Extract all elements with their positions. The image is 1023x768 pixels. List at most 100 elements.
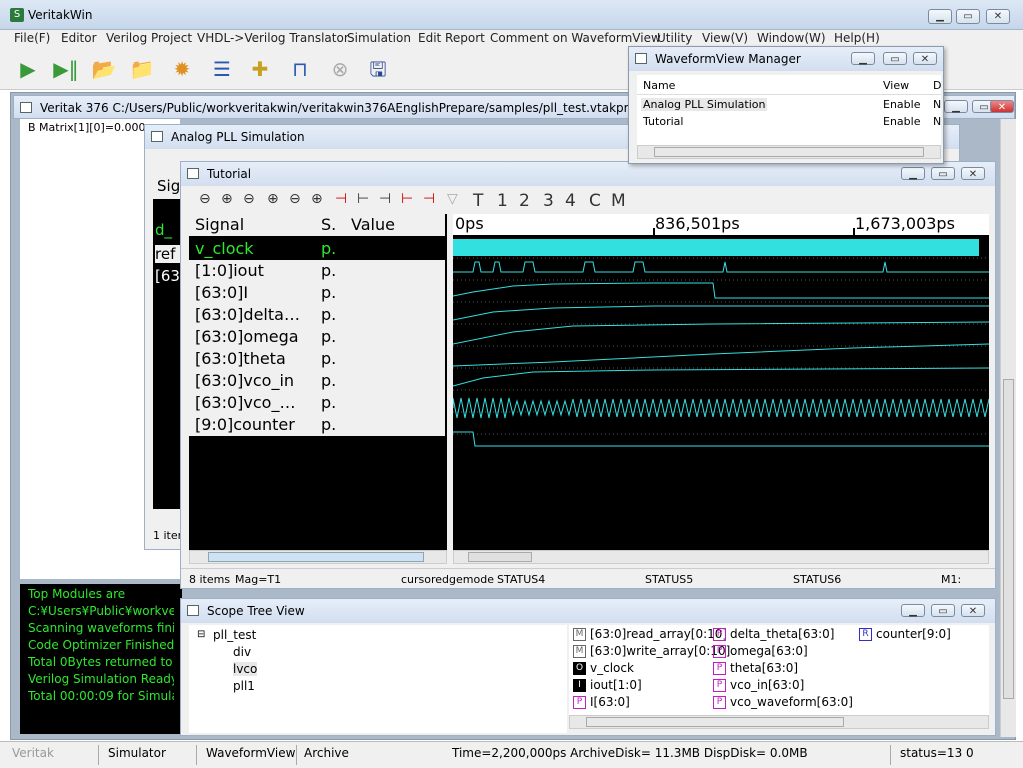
scope-signal-item[interactable]: Pdelta_theta[63:0]: [713, 627, 834, 641]
menu-vhdl-translator[interactable]: VHDL->Verilog Translator: [197, 31, 349, 45]
edge-red-icon[interactable]: ⊢: [401, 191, 413, 207]
s-column-header[interactable]: S.: [321, 214, 336, 236]
signal-row[interactable]: [9:0]counter p.: [189, 414, 445, 436]
menu-verilog-project[interactable]: Verilog Project: [106, 31, 192, 45]
wave-hscroll[interactable]: [453, 550, 989, 564]
settings-gear-icon[interactable]: ✹: [168, 56, 196, 82]
scope-minimize-button[interactable]: ▁: [901, 604, 925, 617]
tree-icon[interactable]: ☰: [208, 56, 236, 82]
edge-prev-icon[interactable]: ⊢: [357, 191, 369, 207]
scope-signal-item[interactable]: P I[63:0]: [573, 695, 630, 709]
manager-minimize-button[interactable]: ▁: [851, 52, 875, 65]
scope-hscroll[interactable]: [569, 715, 989, 729]
menu-edit-report[interactable]: Edit Report: [418, 31, 485, 45]
scope-signal-item[interactable]: Pvco_waveform[63:0]: [713, 695, 853, 709]
zoom-full-icon[interactable]: ⊕: [311, 191, 323, 207]
marker-icon[interactable]: ⊣: [335, 191, 347, 207]
marker-c-button[interactable]: C: [589, 191, 601, 211]
scroll-thumb[interactable]: [468, 552, 532, 562]
marker-m-button[interactable]: M: [611, 191, 626, 211]
scope-signal-item[interactable]: M [63:0]write_array[0:10]: [573, 644, 730, 658]
minimize-button[interactable]: ▁: [928, 9, 952, 24]
stop-icon[interactable]: ⊗: [326, 56, 354, 82]
filter-icon[interactable]: ▽: [447, 191, 458, 207]
project-close-button[interactable]: ✕: [990, 100, 1014, 113]
scroll-thumb[interactable]: [208, 552, 424, 562]
view-column-header[interactable]: View: [883, 79, 909, 92]
signal-row[interactable]: [63:0]I p.: [189, 282, 445, 304]
project-minimize-button[interactable]: ▁: [944, 100, 968, 113]
signal-row[interactable]: [63:0]delta… p.: [189, 304, 445, 326]
manager-hscroll[interactable]: [637, 145, 941, 159]
waveform-canvas[interactable]: 0ps 836,501ps 1,673,003ps: [453, 214, 989, 550]
manager-close-button[interactable]: ✕: [913, 52, 937, 65]
marker-2-button[interactable]: 2: [519, 191, 530, 211]
tutorial-maximize-button[interactable]: ▭: [931, 167, 955, 180]
zoom-fit-icon[interactable]: ⊖: [243, 191, 255, 207]
step-icon[interactable]: ▶‖: [52, 56, 80, 82]
signal-row[interactable]: v_clock p.: [189, 238, 445, 260]
scope-signal-item[interactable]: M [63:0]read_array[0:10]: [573, 627, 727, 641]
analog-signal-item[interactable]: d_: [155, 221, 172, 239]
signal-column-header[interactable]: Signal: [195, 214, 244, 236]
signal-row[interactable]: [1:0]iout p.: [189, 260, 445, 282]
menu-help[interactable]: Help(H): [834, 31, 880, 45]
collapse-icon[interactable]: ⊟: [197, 629, 205, 640]
scope-signal-item[interactable]: Iiout[1:0]: [573, 678, 642, 692]
scope-signal-item[interactable]: Rcounter[9:0]: [859, 627, 951, 641]
menu-window[interactable]: Window(W): [757, 31, 826, 45]
scope-maximize-button[interactable]: ▭: [931, 604, 955, 617]
menu-simulation[interactable]: Simulation: [347, 31, 411, 45]
menu-file[interactable]: File(F): [14, 31, 50, 45]
compile-icon[interactable]: 📁: [128, 56, 156, 82]
tutorial-close-button[interactable]: ✕: [961, 167, 985, 180]
tree-node[interactable]: div: [233, 645, 251, 659]
close-button[interactable]: ✕: [986, 9, 1010, 24]
menu-comment-waveform[interactable]: Comment on WaveformView: [490, 31, 661, 45]
add-module-icon[interactable]: ✚: [246, 56, 274, 82]
marker-1-button[interactable]: 1: [497, 191, 508, 211]
project-vscroll[interactable]: [1000, 119, 1016, 737]
run-icon[interactable]: ▶: [14, 56, 42, 82]
signal-row[interactable]: [63:0]omega p.: [189, 326, 445, 348]
save-icon[interactable]: 🖫: [364, 56, 392, 82]
signal-row[interactable]: [63:0]theta p.: [189, 348, 445, 370]
zoom-prev-icon[interactable]: ⊖: [289, 191, 301, 207]
value-column-header[interactable]: Value: [351, 214, 395, 236]
scope-signal-item[interactable]: Ptheta[63:0]: [713, 661, 798, 675]
scroll-thumb[interactable]: [1003, 379, 1014, 699]
menu-editor[interactable]: Editor: [61, 31, 97, 45]
tree-node[interactable]: pll_test: [213, 628, 256, 642]
d-column-header[interactable]: D: [933, 79, 941, 92]
edge-red2-icon[interactable]: ⊣: [423, 191, 435, 207]
manager-maximize-button[interactable]: ▭: [883, 52, 907, 65]
zoom-out-icon[interactable]: ⊖: [199, 191, 211, 207]
scope-signal-item[interactable]: Pomega[63:0]: [713, 644, 808, 658]
scroll-thumb[interactable]: [586, 717, 844, 727]
tree-node[interactable]: pll1: [233, 679, 255, 693]
scope-signal-item[interactable]: Pvco_in[63:0]: [713, 678, 804, 692]
manager-row[interactable]: Tutorial Enable N: [637, 114, 941, 130]
signal-row[interactable]: [63:0]vco_in p.: [189, 370, 445, 392]
edge-next-icon[interactable]: ⊣: [379, 191, 391, 207]
open-folder-icon[interactable]: 📂: [90, 56, 118, 82]
name-column-header[interactable]: Name: [643, 79, 675, 92]
analog-signal-item[interactable]: [63: [155, 267, 180, 285]
marker-4-button[interactable]: 4: [565, 191, 576, 211]
waveform-icon[interactable]: ⊓: [286, 56, 314, 82]
zoom-cursor-icon[interactable]: ⊕: [267, 191, 279, 207]
zoom-in-icon[interactable]: ⊕: [221, 191, 233, 207]
scroll-thumb[interactable]: [654, 147, 924, 157]
signal-hscroll[interactable]: [189, 550, 447, 564]
manager-row[interactable]: Analog PLL Simulation Enable N: [637, 97, 941, 113]
scope-close-button[interactable]: ✕: [961, 604, 985, 617]
menu-view[interactable]: View(V): [702, 31, 748, 45]
tutorial-minimize-button[interactable]: ▁: [901, 167, 925, 180]
cursor-t-icon[interactable]: T: [473, 191, 483, 211]
maximize-button[interactable]: ▭: [956, 9, 980, 24]
tree-node[interactable]: lvco: [233, 662, 258, 676]
scope-signal-item[interactable]: Ov_clock: [573, 661, 634, 675]
signal-row[interactable]: [63:0]vco_… p.: [189, 392, 445, 414]
menu-utility[interactable]: Utility: [657, 31, 692, 45]
marker-3-button[interactable]: 3: [543, 191, 554, 211]
